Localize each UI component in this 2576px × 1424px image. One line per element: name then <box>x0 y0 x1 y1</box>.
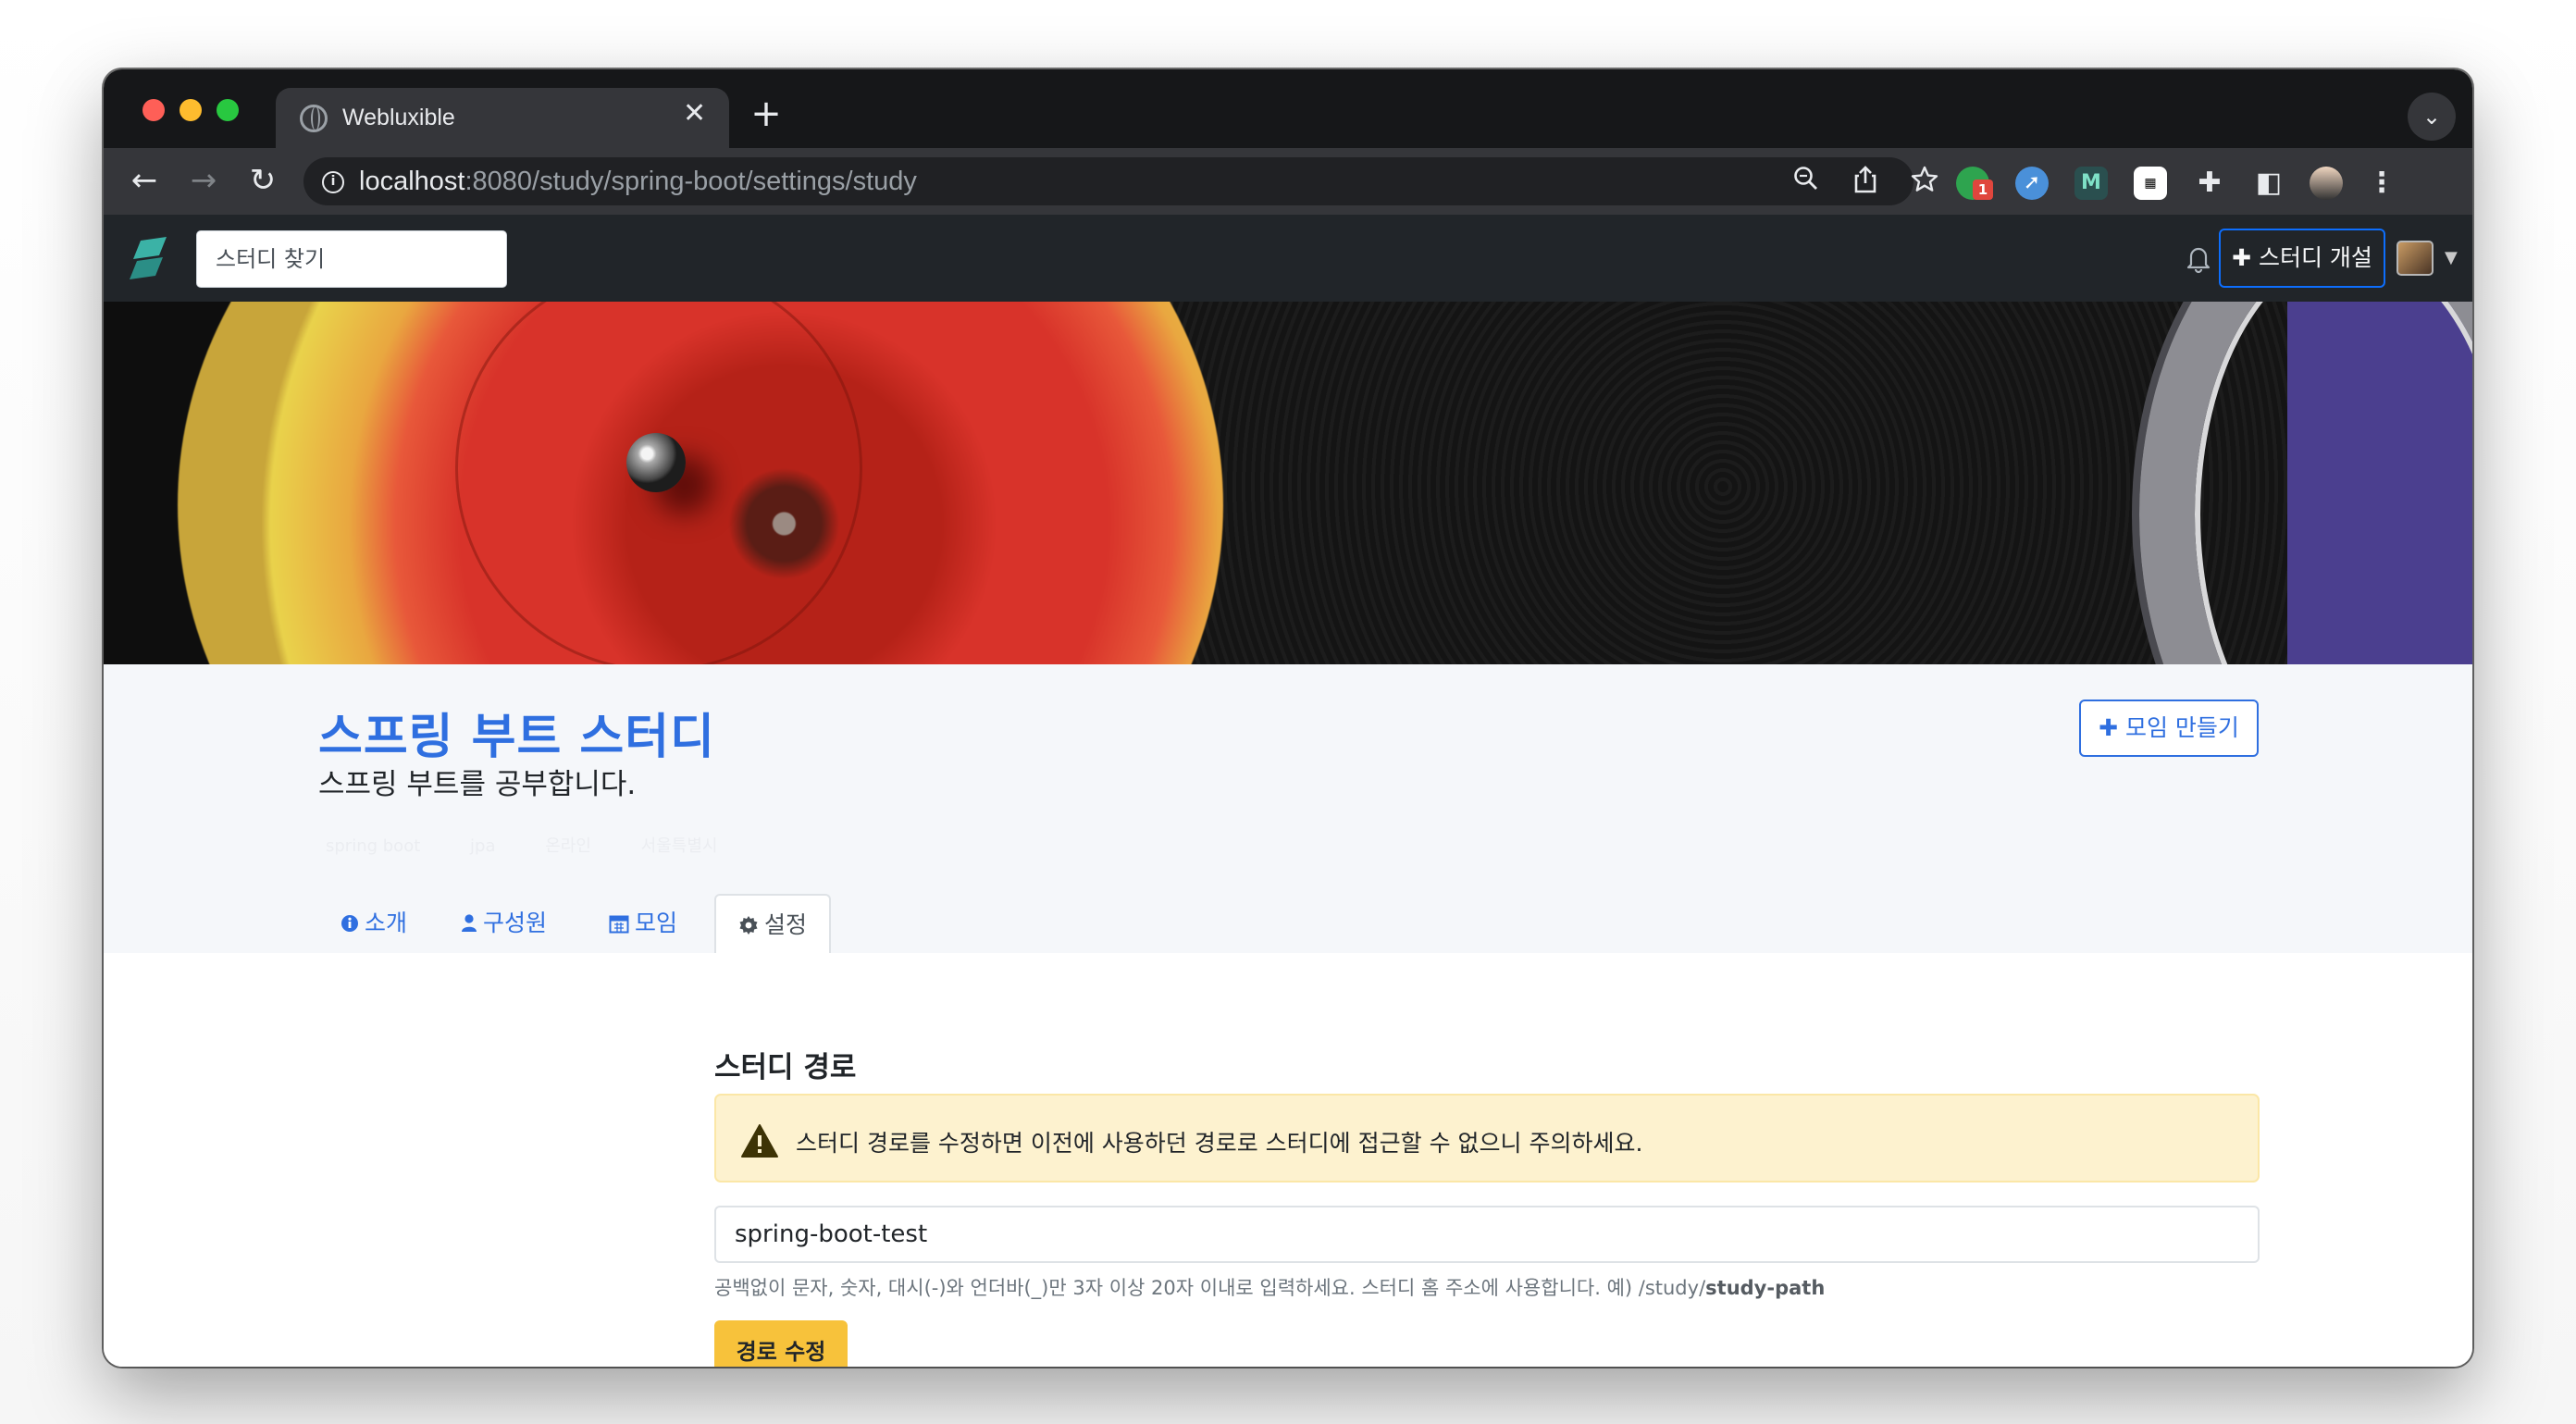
plus-icon: ✚ <box>2099 714 2119 741</box>
study-title[interactable]: 스프링 부트 스터디 <box>318 698 715 767</box>
gear-icon <box>738 896 759 955</box>
study-tags: spring boot jpa 온라인 서울특별시 <box>326 833 762 857</box>
study-header: 스프링 부트 스터디 스프링 부트를 공부합니다. spring boot jp… <box>104 664 2472 955</box>
bookmark-star-icon[interactable] <box>1908 165 1941 198</box>
study-search-input[interactable] <box>196 230 507 288</box>
forward-arrow-icon[interactable]: → <box>181 159 226 204</box>
create-study-button[interactable]: ✚ 스터디 개설 <box>2219 229 2385 288</box>
user-avatar[interactable] <box>2396 241 2434 276</box>
site-info-icon[interactable]: i <box>322 171 344 193</box>
extension-badge: 1 <box>1973 180 1993 200</box>
dropdown-caret-icon[interactable]: ▼ <box>2445 248 2458 267</box>
tab-search-chevron-icon[interactable]: ⌄ <box>2408 93 2456 141</box>
side-panel-icon[interactable]: ◧ <box>2252 167 2285 200</box>
close-tab-icon[interactable]: ✕ <box>683 100 706 128</box>
profile-avatar[interactable] <box>2310 167 2343 200</box>
plus-icon: ✚ <box>2232 244 2252 271</box>
study-banner-image <box>104 302 2472 664</box>
reload-icon[interactable]: ↻ <box>241 159 285 204</box>
tag-item[interactable]: 서울특별시 <box>641 836 718 856</box>
tab-meetings[interactable]: 모임 <box>587 894 700 955</box>
globe-icon <box>300 105 328 132</box>
make-meeting-label: 모임 만들기 <box>2124 714 2239 741</box>
study-description: 스프링 부트를 공부합니다. <box>318 768 637 801</box>
info-circle-icon <box>341 894 359 953</box>
calendar-icon <box>609 894 629 953</box>
warning-alert: 스터디 경로를 수정하면 이전에 사용하던 경로로 스터디에 접근할 수 없으니… <box>714 1094 2260 1183</box>
tag-item[interactable]: jpa <box>470 836 495 856</box>
browser-window: Webluxible ✕ + ⌄ ← → ↻ i localhost:8080/… <box>104 69 2472 1367</box>
address-bar[interactable]: i localhost:8080/study/spring-boot/setti… <box>303 157 1938 205</box>
update-path-button[interactable]: 경로 수정 <box>714 1320 848 1367</box>
share-icon[interactable] <box>1849 165 1882 198</box>
site-navbar: ✚ 스터디 개설 ▼ <box>104 215 2472 302</box>
monitor-extension-icon[interactable]: M <box>2074 167 2108 200</box>
create-study-label: 스터디 개설 <box>2258 244 2372 271</box>
section-title: 스터디 경로 <box>714 1051 857 1084</box>
browser-tab[interactable]: Webluxible ✕ <box>276 88 729 148</box>
maximize-window-button[interactable] <box>217 99 239 121</box>
back-arrow-icon[interactable]: ← <box>122 159 167 204</box>
path-help-text: 공백없이 문자, 숫자, 대시(-)와 언더바(_)만 3자 이상 20자 이내… <box>714 1277 1826 1299</box>
browser-toolbar: ← → ↻ i localhost:8080/study/spring-boot… <box>104 148 2472 215</box>
warning-triangle-icon <box>741 1124 778 1158</box>
extension-green-icon[interactable]: 1 <box>1956 167 1993 200</box>
study-path-input[interactable] <box>714 1206 2260 1263</box>
tag-item[interactable]: spring boot <box>326 836 420 856</box>
settings-content: 스터디 경로 스터디 경로를 수정하면 이전에 사용하던 경로로 스터디에 접근… <box>104 953 2472 1367</box>
user-icon <box>461 894 477 953</box>
tab-intro[interactable]: 소개 <box>318 894 429 955</box>
study-tabs: 소개 구성원 모임 설정 <box>318 894 2260 955</box>
tab-bar: Webluxible ✕ + ⌄ <box>104 69 2472 148</box>
brand-logo[interactable] <box>128 235 170 281</box>
qr-code-icon[interactable]: ▦ <box>2134 167 2167 200</box>
tab-members[interactable]: 구성원 <box>439 894 569 955</box>
more-menu-icon[interactable]: ⋮ <box>2365 167 2398 200</box>
tag-item[interactable]: 온라인 <box>545 836 591 856</box>
make-meeting-button[interactable]: ✚ 모임 만들기 <box>2079 700 2259 757</box>
minimize-window-button[interactable] <box>180 99 202 121</box>
zoom-magnifier-icon[interactable] <box>1790 165 1823 198</box>
url-text: localhost:8080/study/spring-boot/setting… <box>359 167 917 196</box>
puzzle-extensions-icon[interactable]: ✚ <box>2193 167 2226 200</box>
close-window-button[interactable] <box>142 99 165 121</box>
tab-settings[interactable]: 설정 <box>714 894 832 955</box>
notification-bell-icon[interactable] <box>2184 242 2213 274</box>
tab-title: Webluxible <box>342 105 455 130</box>
compass-extension-icon[interactable]: ➚ <box>2015 167 2049 200</box>
warning-text: 스터디 경로를 수정하면 이전에 사용하던 경로로 스터디에 접근할 수 없으니… <box>796 1130 1643 1157</box>
new-tab-button[interactable]: + <box>744 93 788 138</box>
